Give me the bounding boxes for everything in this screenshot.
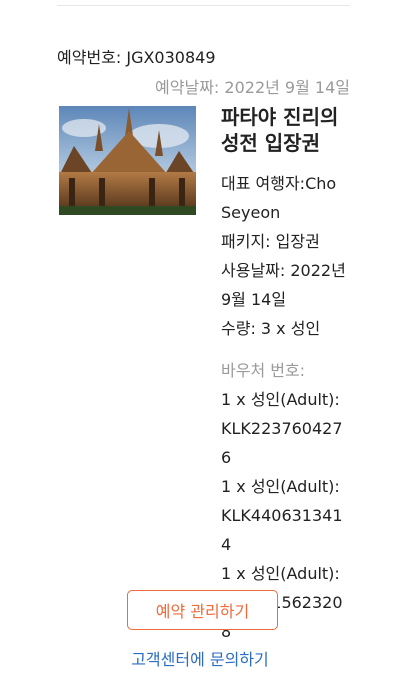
voucher-type: 1 x 성인(Adult): [221,390,340,409]
package-name: 패키지: 입장권 [221,232,320,251]
product-title[interactable]: 파타야 진리의 성전 입장권 [221,104,351,156]
top-divider [57,5,350,6]
manage-booking-button[interactable]: 예약 관리하기 [127,590,278,630]
sanctuary-image [59,106,196,215]
quantity: 수량: 3 x 성인 [221,319,321,338]
booking-number: 예약번호: JGX030849 [57,48,216,67]
lead-traveler: 대표 여행자:Cho Seyeon [221,174,337,222]
voucher-type: 1 x 성인(Adult): [221,477,340,496]
product-thumbnail[interactable] [59,106,196,215]
booking-date: 예약날짜: 2022년 9월 14일 [155,78,350,97]
voucher-type: 1 x 성인(Adult): [221,564,340,583]
voucher-label: 바우처 번호: [221,361,306,380]
product-info: 파타야 진리의 성전 입장권 대표 여행자:Cho Seyeon 패키지: 입장… [221,104,351,646]
voucher-code: KLK2237604276 [221,419,343,467]
voucher-code: KLK4406313414 [221,506,343,554]
use-date: 사용날짜: 2022년 9월 14일 [221,261,346,309]
contact-support-link[interactable]: 고객센터에 문의하기 [0,646,400,670]
